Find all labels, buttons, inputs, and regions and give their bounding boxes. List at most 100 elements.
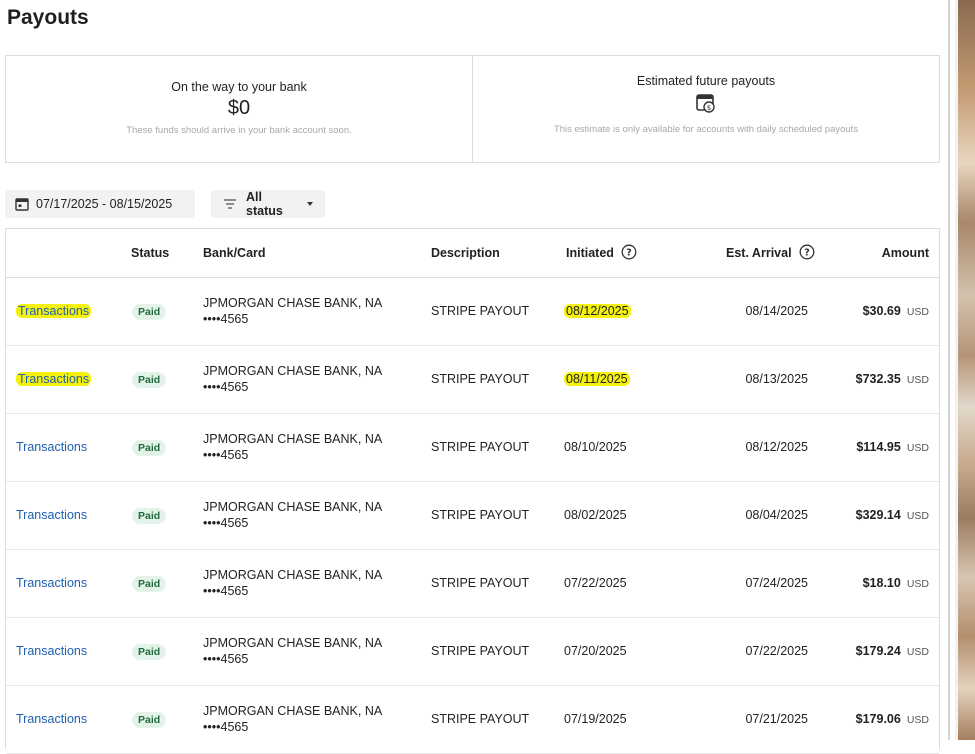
table-row: Transactions Paid JPMORGAN CHASE BANK, N… [6,414,939,482]
amount-value: $18.10 [862,576,901,590]
card-last4: ••••4565 [203,516,249,530]
est-arrival-date: 07/24/2025 [745,576,808,590]
status-badge: Paid [132,644,167,660]
status-cell: Paid [132,508,167,524]
transactions-link[interactable]: Transactions [16,508,87,522]
table-row: Transactions Paid JPMORGAN CHASE BANK, N… [6,346,939,414]
table-row: Transactions Paid JPMORGAN CHASE BANK, N… [6,482,939,550]
status-cell: Paid [132,644,167,660]
bank-name: JPMORGAN CHASE BANK, NA [203,296,383,310]
filter-icon [224,199,236,209]
transactions-link[interactable]: Transactions [16,372,92,386]
table-header: Status Bank/Card Description Initiated ?… [6,229,939,278]
est-arrival-date: 07/22/2025 [745,644,808,658]
column-bank-card[interactable]: Bank/Card [203,246,266,260]
bank-card-cell: JPMORGAN CHASE BANK, NA ••••4565 [203,363,382,395]
status-cell: Paid [132,304,167,320]
bank-name: JPMORGAN CHASE BANK, NA [203,364,383,378]
column-status[interactable]: Status [131,246,169,260]
status-cell: Paid [132,576,167,592]
amount-value: $732.35 [855,372,901,386]
bank-card-cell: JPMORGAN CHASE BANK, NA ••••4565 [203,703,382,735]
table-row: Transactions Paid JPMORGAN CHASE BANK, N… [6,686,939,754]
initiated-date: 08/11/2025 [564,372,630,386]
amount-cell: $18.10 USD [863,576,929,590]
initiated-date: 08/02/2025 [564,508,627,522]
currency-code: USD [906,646,929,658]
initiated-date: 07/20/2025 [564,644,627,658]
page-title: Payouts [7,6,89,29]
est-arrival-date: 08/12/2025 [745,440,808,454]
calendar-dollar-icon: $ [695,92,717,119]
description-cell: STRIPE PAYOUT [431,712,530,726]
amount-cell: $179.24 USD [856,644,929,658]
card-last4: ••••4565 [203,652,249,666]
estimated-payouts-note: This estimate is only available for acco… [553,124,859,135]
help-circle-icon[interactable]: ? [621,244,637,260]
transactions-link[interactable]: Transactions [16,644,87,658]
status-cell: Paid [132,440,167,456]
currency-code: USD [906,714,929,726]
bank-name: JPMORGAN CHASE BANK, NA [203,704,383,718]
status-badge: Paid [132,576,167,592]
bank-name: JPMORGAN CHASE BANK, NA [203,636,383,650]
column-initiated-label: Initiated [566,246,614,260]
table-row: Transactions Paid JPMORGAN CHASE BANK, N… [6,550,939,618]
on-the-way-note: These funds should arrive in your bank a… [126,125,352,136]
column-est-arrival[interactable]: Est. Arrival ? [726,244,815,260]
card-last4: ••••4565 [203,720,249,734]
status-badge: Paid [132,372,167,388]
amount-cell: $30.69 USD [863,304,929,318]
status-badge: Paid [132,440,167,456]
bank-name: JPMORGAN CHASE BANK, NA [203,568,383,582]
column-amount[interactable]: Amount [882,246,929,260]
bank-card-cell: JPMORGAN CHASE BANK, NA ••••4565 [203,295,382,327]
amount-value: $329.14 [855,508,901,522]
card-last4: ••••4565 [203,312,249,326]
status-filter-dropdown[interactable]: All status [211,190,325,218]
transactions-link[interactable]: Transactions [16,712,87,726]
window-divider [948,0,950,740]
est-arrival-date: 08/14/2025 [745,304,808,318]
amount-value: $30.69 [862,304,901,318]
payouts-page: Payouts On the way to your bank $0 These… [0,0,944,754]
est-arrival-date: 07/21/2025 [745,712,808,726]
amount-value: $114.95 [856,440,901,454]
initiated-date: 08/10/2025 [564,440,627,454]
status-badge: Paid [132,712,167,728]
date-range-label: 07/17/2025 - 08/15/2025 [36,197,173,211]
column-initiated[interactable]: Initiated ? [566,244,637,260]
status-cell: Paid [132,712,167,728]
amount-cell: $732.35 USD [856,372,929,386]
amount-cell: $329.14 USD [856,508,929,522]
column-description[interactable]: Description [431,246,500,260]
transactions-link[interactable]: Transactions [16,576,87,590]
bank-name: JPMORGAN CHASE BANK, NA [203,500,383,514]
help-circle-icon[interactable]: ? [799,244,815,260]
card-last4: ••••4565 [203,380,249,394]
estimated-payouts-card: Estimated future payouts $ This estimate… [472,56,939,162]
svg-text:?: ? [804,248,810,259]
table-row: Transactions Paid JPMORGAN CHASE BANK, N… [6,618,939,686]
amount-value: $179.24 [855,644,901,658]
svg-text:$: $ [707,104,711,112]
transactions-link[interactable]: Transactions [16,440,87,454]
table-body: Transactions Paid JPMORGAN CHASE BANK, N… [6,278,939,754]
initiated-date: 08/12/2025 [564,304,631,318]
date-range-picker[interactable]: 07/17/2025 - 08/15/2025 [5,190,195,218]
description-cell: STRIPE PAYOUT [431,372,530,386]
description-cell: STRIPE PAYOUT [431,508,530,522]
payouts-table: Status Bank/Card Description Initiated ?… [5,228,940,754]
card-last4: ••••4565 [203,584,249,598]
bank-card-cell: JPMORGAN CHASE BANK, NA ••••4565 [203,567,382,599]
calendar-icon [15,198,29,211]
transactions-link[interactable]: Transactions [16,304,92,318]
initiated-date: 07/19/2025 [564,712,627,726]
currency-code: USD [906,306,929,318]
amount-cell: $179.06 USD [856,712,929,726]
status-badge: Paid [132,304,167,320]
currency-code: USD [906,578,929,590]
status-cell: Paid [132,372,167,388]
est-arrival-date: 08/13/2025 [745,372,808,386]
currency-code: USD [906,374,929,386]
